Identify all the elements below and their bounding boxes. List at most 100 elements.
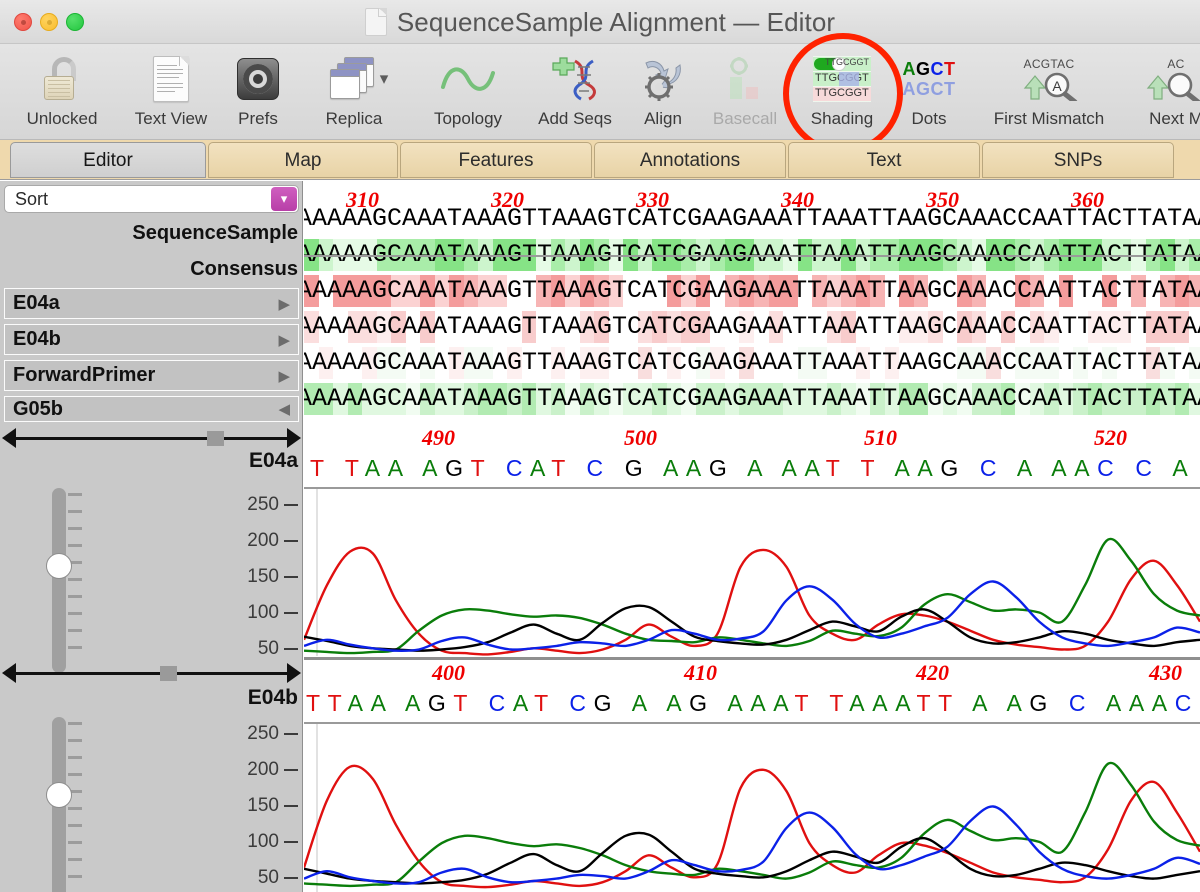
sequence-button-label: G05b xyxy=(13,397,64,420)
toolbar-label-align: Align xyxy=(644,109,682,128)
sequence-button-e04b[interactable]: E04b ▶ xyxy=(4,324,299,355)
ruler-tick-label: 520 xyxy=(1094,425,1127,450)
chromatogram-bases-e04a: T TAA AGT CAT C G AAG A AAT T AAG C A AA… xyxy=(310,455,1194,481)
main-toolbar: Unlocked Text View Prefs ▾ Replica Topol… xyxy=(0,33,1200,154)
scroll-thumb[interactable] xyxy=(160,666,177,681)
slider-knob-e04a[interactable] xyxy=(46,553,72,579)
horizontal-scroll-e04a[interactable] xyxy=(2,426,301,450)
tab-editor[interactable]: Editor xyxy=(10,142,206,178)
axis-tick-label: 100 xyxy=(247,831,279,852)
triangle-left-icon[interactable]: ◀ xyxy=(278,400,290,418)
chromatogram-topline-e04a xyxy=(304,487,1200,489)
tab-features[interactable]: Features xyxy=(400,142,592,178)
tab-label-annotations: Annotations xyxy=(639,150,741,171)
sequence-button-forwardprimer[interactable]: ForwardPrimer ▶ xyxy=(4,360,299,391)
ruler-tick-label: 400 xyxy=(432,660,465,685)
toolbar-label-add-seqs: Add Seqs xyxy=(538,109,612,128)
trace-e04b-G xyxy=(304,831,1200,885)
axis-tick-label: 150 xyxy=(247,795,279,816)
ruler-tick-label: 410 xyxy=(684,660,717,685)
toolbar-button-topology[interactable]: Topology xyxy=(420,50,516,129)
window-title-area: SequenceSample Alignment — Editor xyxy=(0,0,1200,44)
axis-tick-label: 200 xyxy=(247,759,279,780)
sort-popup-button[interactable]: Sort ▾ xyxy=(4,185,299,213)
toolbar-label-topology: Topology xyxy=(433,109,503,128)
toolbar-button-text-view[interactable]: Text View xyxy=(124,50,218,129)
axis-tick-label: 100 xyxy=(247,602,279,623)
vertical-scale-slider-e04a[interactable] xyxy=(52,488,66,673)
tab-bar: Editor Map Features Annotations Text SNP… xyxy=(0,140,1200,180)
triangle-right-icon[interactable]: ▶ xyxy=(278,367,290,385)
chromatogram-e04a[interactable]: 490 500 510 520 T TAA AGT CAT C G AAG A … xyxy=(304,425,1200,660)
agct-dots-icon: AGCT AGCT xyxy=(902,59,956,99)
dna-plus-icon xyxy=(549,50,601,108)
scroll-thumb[interactable] xyxy=(207,431,224,446)
tab-label-text: Text xyxy=(866,150,902,171)
toolbar-label-shading: Shading xyxy=(810,109,874,128)
panel-name-e04a: E04a xyxy=(248,449,298,472)
sequence-button-g05b[interactable]: G05b ◀ xyxy=(4,396,299,422)
toolbar-button-next-mismatch[interactable]: AC Next M xyxy=(1136,50,1200,129)
panel-name-e04b: E04b xyxy=(247,686,298,709)
alignment-sequence-sequencesample: AAAAAGCAAATAAAGTTAAAGTCATCGAAGAAATTAAATT… xyxy=(304,204,1200,233)
left-panel: Sort ▾ SequenceSample Consensus E04a ▶ E… xyxy=(0,181,303,892)
toolbar-button-prefs[interactable]: Prefs xyxy=(232,50,284,129)
toolbar-button-replica[interactable]: ▾ Replica xyxy=(300,50,408,129)
toolbar-label-next-mismatch: Next M xyxy=(1149,109,1200,128)
toolbar-button-basecall[interactable]: Basecall xyxy=(702,50,788,129)
tab-annotations[interactable]: Annotations xyxy=(594,142,786,178)
triangle-right-icon[interactable]: ▶ xyxy=(278,295,290,313)
alignment-sequence-g05b: AAAAAGCAAATAAAGTTAAAGTCATCGAAGAAATTAAATT… xyxy=(304,384,1200,413)
next-mismatch-icon: AC xyxy=(1144,57,1200,101)
axis-tick-label: 150 xyxy=(247,566,279,587)
tab-text[interactable]: Text xyxy=(788,142,980,178)
toolbar-button-first-mismatch[interactable]: ACGTAC A First Mismatch xyxy=(976,50,1122,129)
shading-toggle-icon: TTGCGGT TTGCGGT TTGCGGT xyxy=(813,56,871,102)
sort-label: Sort xyxy=(15,188,49,209)
tab-label-editor: Editor xyxy=(83,150,133,171)
chromatogram-e04b[interactable]: 400 410 420 430 TTAA AGT CAT CG A AG AAA… xyxy=(304,660,1200,892)
toolbar-label-replica: Replica xyxy=(325,109,383,128)
unlocked-padlock-icon xyxy=(42,50,82,108)
trace-e04a-G xyxy=(304,604,1200,652)
tab-map[interactable]: Map xyxy=(208,142,398,178)
window-titlebar: SequenceSample Alignment — Editor xyxy=(0,0,1200,44)
toolbar-button-shading[interactable]: TTGCGGT TTGCGGT TTGCGGT Shading xyxy=(798,50,886,129)
chromatogram-bases-e04b: TTAA AGT CAT CG A AG AAAT TAAATT A AG C … xyxy=(306,690,1199,716)
alignment-sequence-e04b: AAAAAGCAAATAAAGTTAAAGTCATCGAAGAAATTAAATT… xyxy=(304,312,1200,341)
shading-icon-row3: TTGCGGT xyxy=(815,87,869,99)
stacked-windows-icon xyxy=(320,57,374,101)
axis-tick-label: 250 xyxy=(247,494,279,515)
chevron-down-icon[interactable]: ▾ xyxy=(380,69,389,89)
alignment-divider xyxy=(304,255,1200,257)
triangle-right-icon[interactable]: ▶ xyxy=(278,331,290,349)
window-title: SequenceSample Alignment — Editor xyxy=(396,6,836,37)
toolbar-label-basecall: Basecall xyxy=(712,109,778,128)
axis-tick-label: 50 xyxy=(257,867,279,888)
slider-knob-e04b[interactable] xyxy=(46,782,72,808)
toolbar-label-prefs: Prefs xyxy=(238,109,278,128)
chevron-down-icon[interactable]: ▾ xyxy=(271,187,297,211)
row-label-consensus: Consensus xyxy=(190,258,298,280)
horizontal-scroll-e04b[interactable] xyxy=(2,661,301,685)
toolbar-button-unlocked[interactable]: Unlocked xyxy=(16,50,108,129)
toolbar-button-add-seqs[interactable]: Add Seqs xyxy=(530,50,620,129)
sequence-button-label: E04b xyxy=(13,328,61,350)
toolbar-label-unlocked: Unlocked xyxy=(26,109,98,128)
chromatogram-trace-e04a xyxy=(304,537,1200,656)
ruler-tick-label: 500 xyxy=(624,425,657,450)
axis-tick-label: 200 xyxy=(247,530,279,551)
sequence-button-label: ForwardPrimer xyxy=(13,364,156,386)
axis-tick-label: 250 xyxy=(247,723,279,744)
toolbar-label-dots: Dots xyxy=(911,109,947,128)
toolbar-button-dots[interactable]: AGCT AGCT Dots xyxy=(898,50,960,129)
document-icon xyxy=(364,8,387,36)
axis-tick-label: 50 xyxy=(257,638,279,659)
sequence-button-e04a[interactable]: E04a ▶ xyxy=(4,288,299,319)
row-label-sequencesample: SequenceSample xyxy=(132,222,298,244)
toolbar-button-align[interactable]: Align xyxy=(632,50,694,129)
align-gear-arrows-icon xyxy=(640,50,686,108)
tab-snps[interactable]: SNPs xyxy=(982,142,1174,178)
ruler-tick-label: 420 xyxy=(916,660,949,685)
basecall-bars-icon xyxy=(722,50,768,108)
